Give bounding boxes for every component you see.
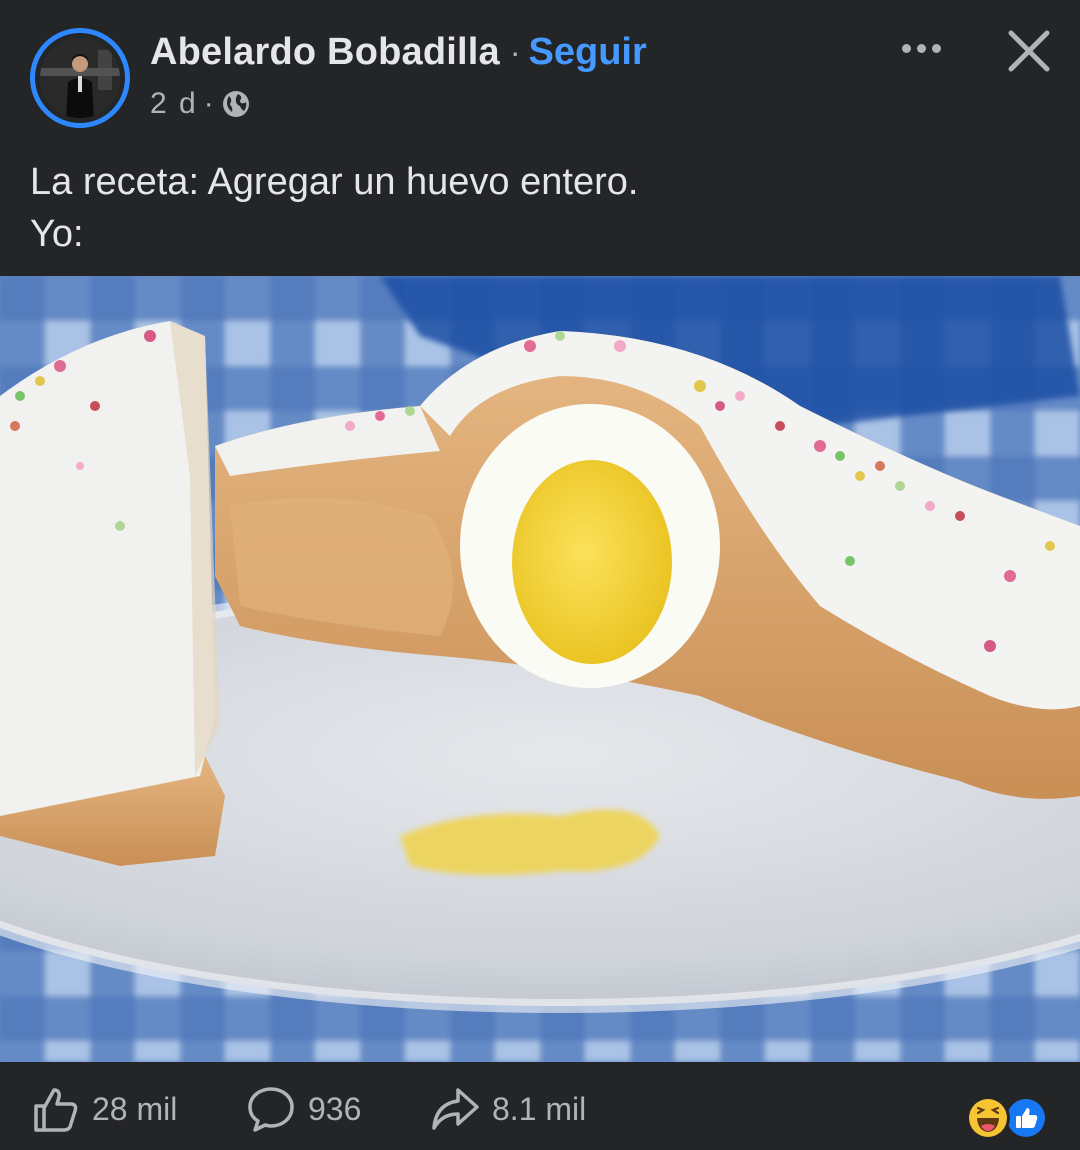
more-options-icon[interactable] (893, 28, 949, 68)
post-caption: La receta: Agregar un huevo entero. Yo: (30, 161, 639, 255)
comment-button[interactable]: 936 (246, 1084, 361, 1134)
like-count: 28 mil (92, 1090, 178, 1127)
like-reaction-icon (1004, 1096, 1048, 1140)
comment-bubble-icon (248, 1087, 294, 1132)
post-photo[interactable] (0, 276, 1080, 1062)
comment-count: 936 (308, 1090, 362, 1127)
avatar[interactable] (40, 38, 120, 118)
globe-icon (222, 91, 249, 117)
haha-reaction-icon (966, 1096, 1010, 1140)
post-header: Abelardo Bobadilla · Seguir 2 d · (0, 0, 1080, 140)
name-separator: · (509, 33, 521, 70)
like-button[interactable]: 28 mil (30, 1084, 177, 1134)
post-actions: 28 mil 936 8.1 mil (0, 1062, 1080, 1150)
author-name[interactable]: Abelardo Bobadilla (150, 31, 500, 74)
reaction-summary[interactable] (966, 1096, 1054, 1140)
follow-button[interactable]: Seguir (529, 31, 647, 74)
share-button[interactable]: 8.1 mil (430, 1084, 586, 1134)
share-count: 8.1 mil (492, 1090, 587, 1127)
author-avatar-ring[interactable] (30, 28, 130, 128)
meta-separator: · (203, 87, 214, 120)
thumbs-up-icon (34, 1088, 78, 1132)
share-arrow-icon (432, 1088, 479, 1130)
post-meta: 2 d · (150, 86, 250, 122)
avatar-photo (40, 38, 120, 118)
post-timestamp[interactable]: 2 d (150, 87, 198, 121)
close-icon[interactable] (1003, 25, 1055, 77)
egg-bread-photo (0, 276, 1080, 1062)
author-line: Abelardo Bobadilla · Seguir (150, 30, 647, 74)
